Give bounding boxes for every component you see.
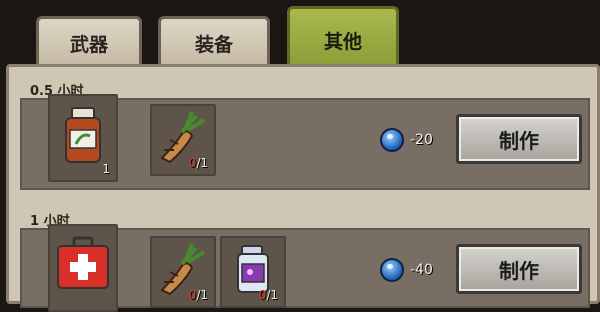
ingredient-count: 0/1 — [188, 156, 208, 170]
cost-value: -20 — [410, 132, 433, 148]
tab-weapons-label: 武器 — [69, 34, 108, 56]
result-count: 1 — [102, 162, 110, 176]
ingredient-slot[interactable]: 0/1 — [150, 104, 216, 176]
tab-other[interactable]: 其他 — [287, 6, 399, 72]
tab-equipment-label: 装备 — [194, 34, 233, 56]
craft-button[interactable]: 制作 — [456, 244, 582, 294]
recipe-row: 0/1 0/1 -40 制作 — [20, 224, 590, 312]
tab-other-label: 其他 — [323, 31, 362, 53]
result-slot[interactable]: 1 — [48, 94, 118, 182]
tab-bar: 武器 装备 其他 — [0, 0, 600, 72]
ingredient-slot[interactable]: 0/1 — [220, 236, 286, 308]
cost-value: -40 — [410, 262, 433, 278]
first-aid-kit-icon — [57, 236, 109, 289]
tab-weapons[interactable]: 武器 — [36, 16, 142, 68]
craft-button-label: 制作 — [499, 128, 539, 153]
tab-equipment[interactable]: 装备 — [158, 16, 270, 68]
recipe-row: 1 0/1 -20 制作 — [20, 94, 590, 190]
ingredient-slot[interactable]: 0/1 — [150, 236, 216, 308]
cost-display: -40 — [380, 258, 433, 282]
craft-button-label: 制作 — [499, 258, 539, 283]
cost-display: -20 — [380, 128, 433, 152]
result-slot[interactable] — [48, 224, 118, 312]
blue-gem-icon — [380, 258, 404, 282]
craft-button[interactable]: 制作 — [456, 114, 582, 164]
blue-gem-icon — [380, 128, 404, 152]
